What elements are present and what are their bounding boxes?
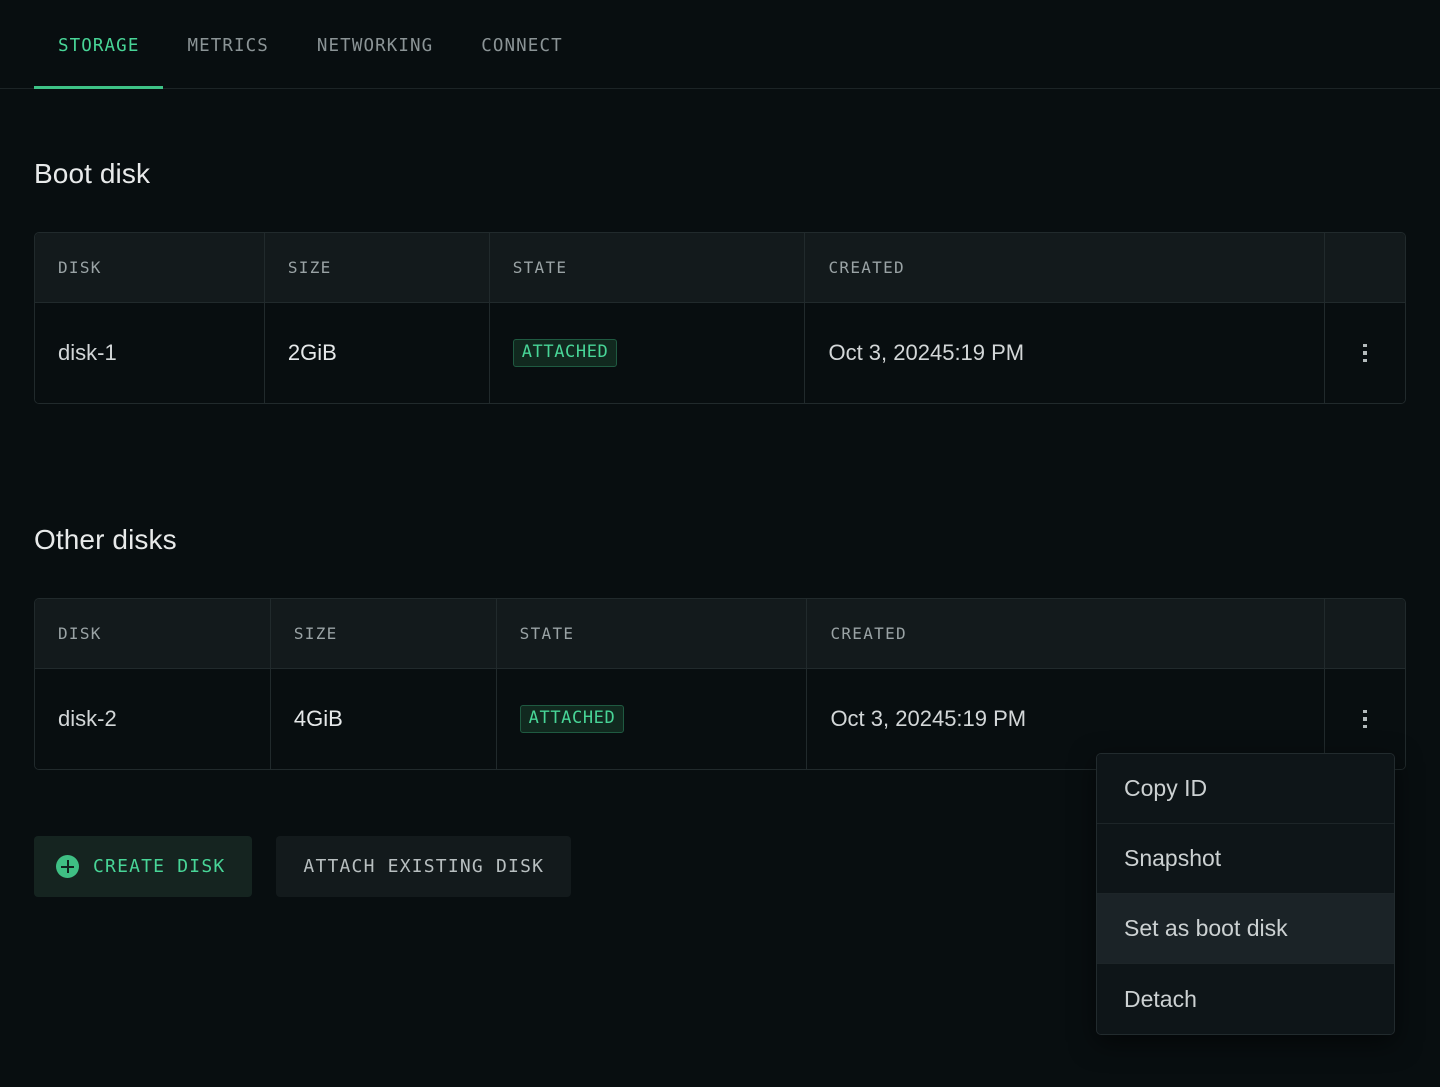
cell-disk-size: 2 GiB [265,303,490,403]
disk-size-value: 4 [293,706,307,731]
column-header-actions [1325,233,1405,302]
create-disk-label: CREATE DISK [93,856,226,877]
column-header-state: STATE [490,233,806,302]
tab-list: STORAGE METRICS NETWORKING CONNECT [0,0,1440,89]
menu-item-copy-id[interactable]: Copy ID [1097,754,1394,824]
column-header-actions [1325,599,1405,668]
row-context-menu: Copy ID Snapshot Set as boot disk Detach [1096,753,1395,1035]
column-header-size: SIZE [271,599,497,668]
tab-metrics-label: METRICS [187,36,269,56]
tab-networking[interactable]: NETWORKING [293,0,457,89]
disk-name-text: disk-1 [58,340,117,365]
cell-disk-state: ATTACHED [497,669,808,769]
cell-row-actions [1325,303,1405,403]
other-disks-heading: Other disks [34,524,177,555]
boot-disk-table: DISK SIZE STATE CREATED disk-1 2 GiB ATTA… [34,232,1406,404]
column-header-created: CREATED [807,599,1326,668]
more-vertical-icon[interactable] [1350,702,1380,736]
tab-networking-label: NETWORKING [316,36,434,56]
disk-size-unit: GiB [300,340,337,365]
other-disks-table: DISK SIZE STATE CREATED disk-2 4 GiB ATTA… [34,598,1406,770]
disk-name-text: disk-2 [58,706,117,731]
column-header-size: SIZE [265,233,490,302]
boot-disk-heading: Boot disk [34,158,151,189]
created-date: Oct 3, 2024 [828,340,943,365]
column-header-disk: DISK [35,233,265,302]
created-date: Oct 3, 2024 [830,706,945,731]
created-time: 5:19 PM [944,706,1027,731]
tab-storage[interactable]: STORAGE [34,0,164,89]
status-badge: ATTACHED [519,705,625,733]
table-header-row: DISK SIZE STATE CREATED [35,233,1405,303]
tab-storage-label: STORAGE [58,36,140,56]
tab-connect[interactable]: CONNECT [457,0,586,89]
tab-bar: STORAGE METRICS NETWORKING CONNECT [0,0,1440,89]
disk-actions-toolbar: CREATE DISK ATTACH EXISTING DISK [34,836,572,897]
plus-circle-icon [56,855,79,878]
column-header-disk: DISK [35,599,271,668]
table-row[interactable]: disk-1 2 GiB ATTACHED Oct 3, 2024 5:19 PM [35,303,1405,403]
status-badge: ATTACHED [512,339,618,367]
attach-existing-disk-label: ATTACH EXISTING DISK [303,856,545,877]
column-header-state: STATE [497,599,808,668]
created-time: 5:19 PM [942,340,1025,365]
menu-item-detach[interactable]: Detach [1097,964,1394,1034]
menu-item-set-as-boot-disk[interactable]: Set as boot disk [1097,894,1394,964]
attach-existing-disk-button[interactable]: ATTACH EXISTING DISK [276,836,572,897]
cell-disk-state: ATTACHED [490,303,806,403]
menu-item-snapshot[interactable]: Snapshot [1097,824,1394,894]
storage-page: STORAGE METRICS NETWORKING CONNECT Boot … [0,0,1440,1087]
menu-item-snapshot-label: Snapshot [1124,845,1222,871]
cell-disk-name: disk-1 [35,303,265,403]
disk-size-unit: GiB [306,706,343,731]
menu-item-detach-label: Detach [1124,985,1197,1012]
disk-size-value: 2 [287,340,301,365]
menu-item-set-as-boot-disk-label: Set as boot disk [1124,915,1288,941]
tab-metrics[interactable]: METRICS [163,0,292,89]
tab-connect-label: CONNECT [481,36,563,56]
cell-disk-created: Oct 3, 2024 5:19 PM [805,303,1326,403]
cell-disk-size: 4 GiB [271,669,497,769]
cell-disk-name: disk-2 [35,669,271,769]
more-vertical-icon[interactable] [1350,336,1380,370]
table-header-row: DISK SIZE STATE CREATED [35,599,1405,669]
menu-item-copy-id-label: Copy ID [1124,775,1208,801]
column-header-created: CREATED [805,233,1326,302]
create-disk-button[interactable]: CREATE DISK [34,836,253,897]
